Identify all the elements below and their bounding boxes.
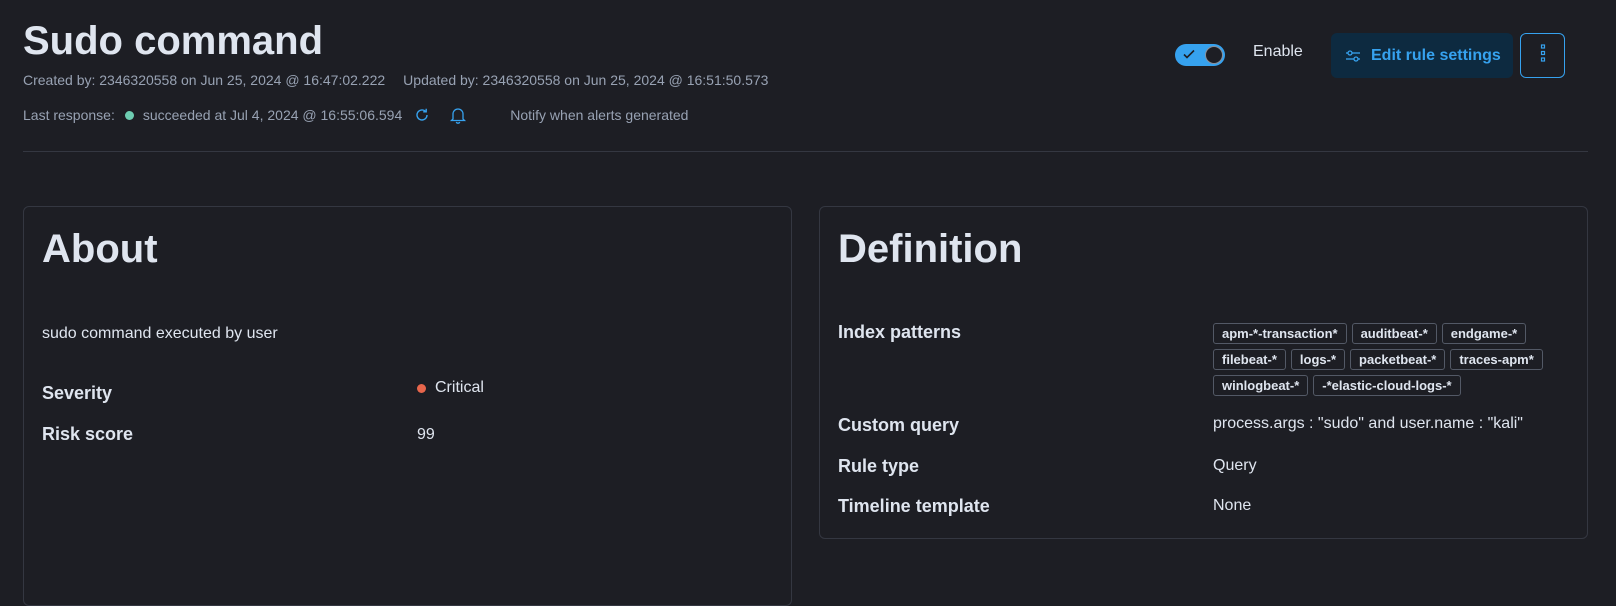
refresh-icon[interactable] [412, 105, 432, 125]
about-title: About [42, 227, 158, 271]
last-response-line: Last response: succeeded at Jul 4, 2024 … [23, 105, 688, 125]
edit-rule-settings-label: Edit rule settings [1371, 46, 1501, 64]
enable-label: Enable [1253, 43, 1303, 60]
index-pattern-badge: apm-*-transaction* [1213, 323, 1347, 344]
timeline-template-value: None [1213, 497, 1252, 514]
index-pattern-badge: -*elastic-cloud-logs-* [1313, 375, 1461, 396]
index-pattern-badge: filebeat-* [1213, 349, 1286, 370]
timeline-template-label: Timeline template [838, 496, 990, 516]
header-divider [23, 151, 1588, 152]
rule-type-value: Query [1213, 457, 1257, 474]
about-panel: About sudo command executed by user Seve… [23, 206, 792, 606]
risk-score-value: 99 [417, 426, 435, 443]
rule-meta: Created by: 2346320558 on Jun 25, 2024 @… [23, 72, 768, 88]
definition-title: Definition [838, 227, 1023, 271]
more-actions-button[interactable] [1520, 33, 1565, 78]
notify-label: Notify when alerts generated [510, 107, 689, 123]
timeline-template-row: Timeline template None [838, 496, 1577, 522]
more-vertical-icon [1540, 44, 1546, 67]
status-dot-icon [124, 110, 134, 120]
last-response-status: succeeded at Jul 4, 2024 @ 16:55:06.594 [142, 107, 403, 123]
custom-query-row: Custom query process.args : "sudo" and u… [838, 415, 1577, 441]
page-title: Sudo command [23, 19, 324, 63]
severity-label: Severity [42, 383, 113, 403]
index-pattern-badge: endgame-* [1441, 323, 1527, 344]
index-pattern-badge: auditbeat-* [1351, 323, 1437, 344]
severity-value: Critical [417, 379, 484, 397]
index-pattern-badge: logs-* [1290, 349, 1346, 370]
toggle-knob [1205, 46, 1223, 64]
custom-query-label: Custom query [838, 415, 960, 435]
last-response-label: Last response: [23, 107, 115, 123]
index-pattern-badge: traces-apm* [1450, 349, 1543, 370]
edit-rule-settings-button[interactable]: Edit rule settings [1331, 33, 1513, 78]
rule-type-label: Rule type [838, 456, 920, 476]
index-pattern-badge: winlogbeat-* [1213, 375, 1309, 396]
rule-type-row: Rule type Query [838, 456, 1577, 482]
severity-text: Critical [435, 379, 484, 396]
enable-toggle[interactable] [1175, 44, 1225, 66]
risk-score-row: Risk score 99 [42, 424, 781, 450]
definition-panel: Definition Index patterns apm-*-transact… [819, 206, 1588, 539]
severity-row: Severity Critical [42, 379, 781, 409]
risk-score-label: Risk score [42, 424, 134, 444]
index-patterns-list: apm-*-transaction* auditbeat-* endgame-* fi… [1213, 323, 1583, 401]
custom-query-value: process.args : "sudo" and user.name : "k… [1213, 415, 1523, 432]
check-icon [1182, 47, 1196, 66]
index-pattern-badge: packetbeat-* [1350, 349, 1446, 370]
severity-dot-icon [417, 383, 426, 393]
rule-description: sudo command executed by user [42, 325, 278, 342]
bell-icon[interactable] [448, 105, 468, 125]
updated-by-text: Updated by: 2346320558 on Jun 25, 2024 @… [403, 72, 769, 88]
index-patterns-label: Index patterns [838, 322, 962, 342]
created-by-text: Created by: 2346320558 on Jun 25, 2024 @… [23, 72, 386, 88]
sliders-icon [1345, 48, 1361, 64]
